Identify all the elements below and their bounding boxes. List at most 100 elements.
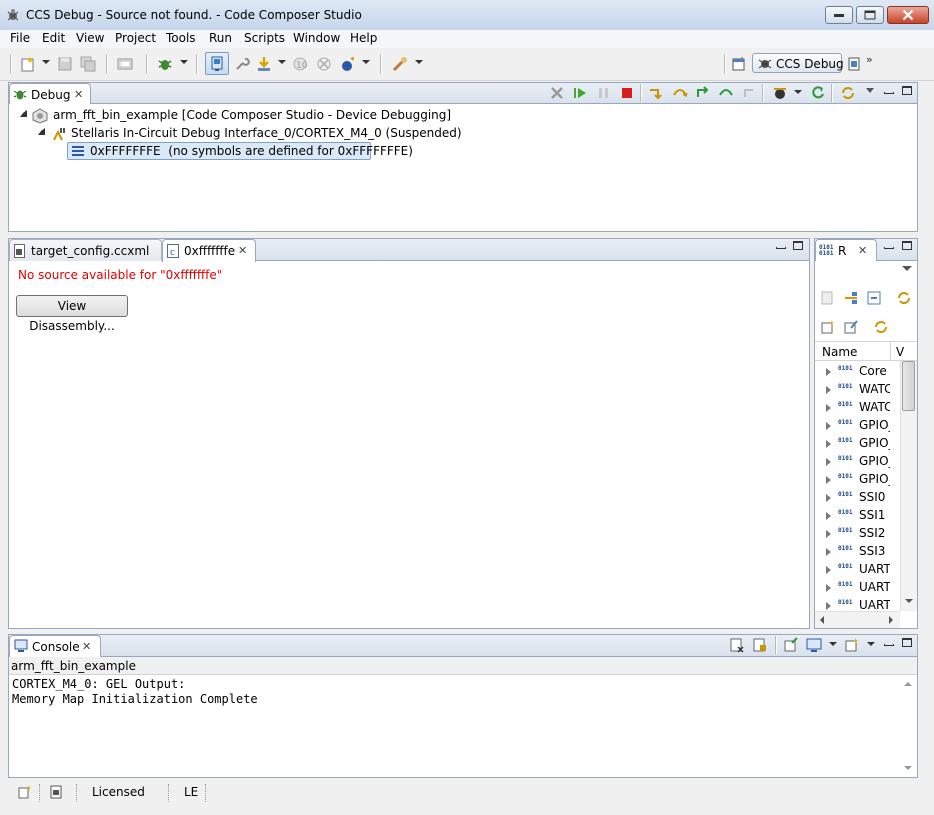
sync-registers-icon[interactable]	[896, 290, 912, 306]
assembly-step-return-icon[interactable]	[741, 85, 757, 101]
restart-program-icon[interactable]	[810, 85, 826, 101]
expand-arrow-icon[interactable]	[826, 422, 831, 430]
register-group-row[interactable]: 0101 SSI0	[820, 489, 890, 507]
load-dropdown-arrow[interactable]	[278, 60, 286, 64]
registers-view-menu-icon[interactable]	[902, 266, 912, 271]
column-divider[interactable]	[890, 342, 891, 361]
expand-arrow-icon[interactable]	[826, 530, 831, 538]
collapse-all-icon[interactable]	[866, 290, 882, 306]
step-into-icon[interactable]	[648, 85, 664, 101]
minimize-editor-icon[interactable]	[776, 247, 786, 249]
resume-icon[interactable]	[572, 85, 588, 101]
expand-arrow-icon[interactable]	[826, 512, 831, 520]
tree-node-stack-frame[interactable]: 0xFFFFFFFE (no symbols are defined for 0…	[67, 142, 413, 160]
expand-arrow-icon[interactable]	[826, 602, 831, 610]
column-value-header[interactable]: V	[896, 345, 904, 359]
perspective-edit-icon[interactable]	[848, 57, 862, 71]
expand-arrow-icon[interactable]	[826, 458, 831, 466]
collapse-all-disabled-icon[interactable]	[820, 290, 836, 306]
scroll-left-arrow[interactable]	[820, 616, 824, 624]
minimize-button[interactable]	[825, 6, 853, 24]
register-group-row[interactable]: 0101 Core I	[820, 363, 890, 381]
collapse-icon[interactable]	[20, 110, 27, 117]
remove-terminated-icon[interactable]	[549, 85, 565, 101]
scroll-thumb[interactable]	[902, 361, 915, 411]
clear-breakpoints-icon[interactable]	[316, 56, 332, 72]
minimize-console-icon[interactable]	[884, 644, 894, 646]
tab-source-address[interactable]: c 0xfffffffe ✕	[162, 239, 256, 262]
expand-arrow-icon[interactable]	[826, 476, 831, 484]
register-group-row[interactable]: 0101 UART	[820, 579, 890, 597]
menu-view[interactable]: View	[74, 31, 106, 45]
register-group-row[interactable]: 0101 UART	[820, 561, 890, 579]
minimize-view-icon[interactable]	[884, 92, 894, 94]
refresh-registers-icon[interactable]	[873, 319, 889, 335]
target-connect-toggle[interactable]	[205, 52, 229, 75]
console-vertical-scrollbar[interactable]	[900, 676, 916, 776]
breakpoint-dropdown-arrow[interactable]	[362, 60, 370, 64]
scroll-down-arrow[interactable]	[905, 599, 913, 603]
reset-cpu-icon[interactable]	[772, 85, 788, 101]
expand-arrow-icon[interactable]	[826, 584, 831, 592]
scroll-right-arrow[interactable]	[889, 616, 893, 624]
tab-target-config[interactable]: target_config.ccxml	[9, 239, 162, 261]
menu-help[interactable]: Help	[348, 31, 379, 45]
expand-arrow-icon[interactable]	[826, 566, 831, 574]
collapse-icon[interactable]	[38, 128, 45, 135]
view-disassembly-button[interactable]: View Disassembly...	[16, 295, 128, 333]
expand-arrow-icon[interactable]	[826, 494, 831, 502]
step-over-icon[interactable]	[672, 85, 688, 101]
register-group-row[interactable]: 0101 SSI2	[820, 525, 890, 543]
display-console-icon[interactable]	[806, 637, 822, 653]
tab-debug[interactable]: Debug ✕	[9, 83, 91, 104]
flash-tool-icon[interactable]	[392, 56, 408, 72]
load-program-icon[interactable]	[256, 56, 272, 72]
register-group-row[interactable]: 0101 GPIO_	[820, 471, 890, 489]
maximize-registers-icon[interactable]	[902, 241, 912, 250]
expand-arrow-icon[interactable]	[826, 368, 831, 376]
terminal-icon[interactable]	[117, 56, 133, 72]
open-perspective-icon[interactable]	[732, 57, 746, 71]
close-tab-icon[interactable]: ✕	[82, 640, 91, 653]
flash-dropdown-arrow[interactable]	[415, 60, 423, 64]
open-console-dropdown-arrow[interactable]	[867, 642, 875, 646]
view-menu-icon[interactable]	[866, 88, 874, 93]
menu-project[interactable]: Project	[113, 31, 158, 45]
fast-view-icon[interactable]	[18, 785, 32, 799]
scroll-up-arrow[interactable]	[904, 682, 912, 686]
terminate-icon[interactable]	[619, 85, 635, 101]
maximize-editor-icon[interactable]	[793, 241, 803, 250]
register-group-row[interactable]: 0101 WATC	[820, 399, 890, 417]
register-group-row[interactable]: 0101 SSI3	[820, 543, 890, 561]
expand-arrow-icon[interactable]	[826, 440, 831, 448]
step-return-icon[interactable]	[695, 85, 711, 101]
tab-registers[interactable]: 0101 0101 R ✕	[815, 239, 877, 261]
register-group-row[interactable]: 0101 SSI1	[820, 507, 890, 525]
open-console-icon[interactable]	[844, 637, 860, 653]
close-tab-icon[interactable]: ✕	[238, 244, 247, 257]
expand-arrow-icon[interactable]	[826, 386, 831, 394]
menu-edit[interactable]: Edit	[40, 31, 67, 45]
maximize-button[interactable]	[856, 6, 884, 24]
add-register-group-icon[interactable]	[843, 290, 859, 306]
new-icon[interactable]	[20, 56, 36, 72]
wrench-icon[interactable]	[234, 56, 250, 72]
scroll-down-arrow[interactable]	[904, 766, 912, 770]
perspective-overflow[interactable]: »	[866, 53, 873, 66]
breakpoint-icon[interactable]	[340, 56, 356, 72]
new-expression-icon[interactable]	[820, 319, 836, 335]
save-all-icon[interactable]	[80, 56, 96, 72]
new-dropdown-arrow[interactable]	[42, 60, 50, 64]
registers-vertical-scrollbar[interactable]	[900, 361, 917, 611]
menu-run[interactable]: Run	[207, 31, 234, 45]
suspend-icon[interactable]	[596, 85, 612, 101]
menu-scripts[interactable]: Scripts	[242, 31, 287, 45]
registers-horizontal-scrollbar[interactable]	[815, 611, 900, 628]
close-tab-icon[interactable]: ✕	[74, 88, 83, 101]
close-window-button[interactable]	[887, 6, 929, 24]
minimize-registers-icon[interactable]	[884, 247, 894, 249]
save-icon[interactable]	[57, 56, 73, 72]
edit-register-icon[interactable]	[843, 319, 859, 335]
pin-console-icon[interactable]	[783, 637, 799, 653]
menu-file[interactable]: File	[8, 31, 32, 45]
